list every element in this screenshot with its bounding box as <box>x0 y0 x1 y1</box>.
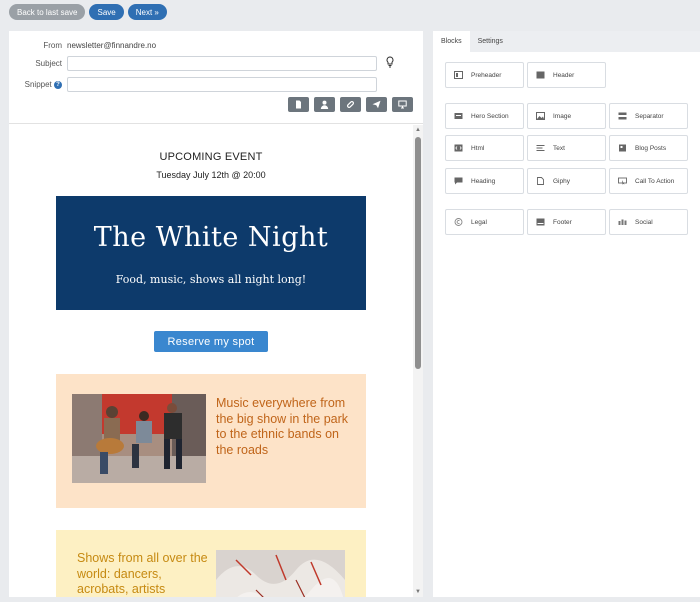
block-label: Call To Action <box>635 177 675 185</box>
scroll-up-icon[interactable]: ▲ <box>415 127 421 133</box>
block-label: Header <box>553 71 575 79</box>
panel-tabs: Blocks Settings <box>433 31 700 52</box>
lightbulb-icon[interactable] <box>385 56 395 68</box>
preheader-icon <box>454 71 463 79</box>
block-footer[interactable]: Footer <box>527 209 606 235</box>
block-blog-posts[interactable]: Blog Posts <box>609 135 688 161</box>
block-label: Social <box>635 218 653 226</box>
hero-subtitle: Food, music, shows all night long! <box>115 273 307 286</box>
user-icon[interactable] <box>314 97 335 112</box>
top-toolbar: Back to last save Save Next » <box>9 4 167 21</box>
attachment-icon[interactable] <box>340 97 361 112</box>
email-preview: UPCOMING EVENT Tuesday July 12th @ 20:00… <box>9 125 423 597</box>
event-heading: UPCOMING EVENT <box>159 151 263 163</box>
block-label: Blog Posts <box>635 144 667 152</box>
subject-input[interactable] <box>67 56 377 71</box>
header-icon <box>536 71 545 79</box>
shows-card-text: Shows from all over the world: dancers, … <box>77 551 208 596</box>
block-social[interactable]: Social <box>609 209 688 235</box>
block-label: Html <box>471 144 485 152</box>
tab-blocks[interactable]: Blocks <box>433 31 470 52</box>
snippet-input[interactable] <box>67 77 377 92</box>
musicians-photo <box>72 394 206 483</box>
block-label: Text <box>553 144 565 152</box>
block-hero-section[interactable]: Hero Section <box>445 103 524 129</box>
block-html[interactable]: Html <box>445 135 524 161</box>
hero-section[interactable]: The White Night Food, music, shows all n… <box>56 196 366 310</box>
snippet-label-text: Snippet <box>24 80 52 89</box>
block-image[interactable]: Image <box>527 103 606 129</box>
preview-scrollbar[interactable]: ▲ ▼ <box>413 125 423 597</box>
block-giphy[interactable]: Giphy <box>527 168 606 194</box>
shows-card[interactable]: Shows from all over the world: dancers, … <box>56 530 366 597</box>
block-label: Legal <box>471 218 487 226</box>
heading-icon <box>454 177 463 185</box>
block-label: Separator <box>635 112 664 120</box>
text-icon <box>536 145 545 151</box>
back-to-last-save-button[interactable]: Back to last save <box>9 4 86 20</box>
block-call-to-action[interactable]: Call To Action <box>609 168 688 194</box>
hero-icon <box>454 113 463 119</box>
from-label: From <box>43 41 62 50</box>
cta-icon <box>618 177 627 185</box>
save-button[interactable]: Save <box>89 4 124 20</box>
reserve-spot-button[interactable]: Reserve my spot <box>154 331 268 352</box>
preview-tools <box>288 97 413 112</box>
scroll-down-icon[interactable]: ▼ <box>415 589 421 595</box>
legal-icon <box>454 218 463 226</box>
from-value: newsletter@finnandre.no <box>67 41 157 50</box>
dancers-photo <box>216 550 345 597</box>
send-icon[interactable] <box>366 97 387 112</box>
desktop-icon[interactable] <box>392 97 413 112</box>
blog-icon <box>619 144 626 152</box>
block-heading[interactable]: Heading <box>445 168 524 194</box>
block-label: Heading <box>471 177 496 185</box>
block-label: Footer <box>553 218 572 226</box>
hero-title: The White Night <box>93 222 329 253</box>
block-text[interactable]: Text <box>527 135 606 161</box>
tab-settings[interactable]: Settings <box>470 31 511 52</box>
music-card-text: Music everywhere from the big show in th… <box>216 396 349 457</box>
block-preheader[interactable]: Preheader <box>445 62 524 88</box>
block-header[interactable]: Header <box>527 62 606 88</box>
block-label: Image <box>553 112 572 120</box>
event-date: Tuesday July 12th @ 20:00 <box>156 170 266 180</box>
block-label: Hero Section <box>471 112 509 120</box>
document-icon[interactable] <box>288 97 309 112</box>
giphy-icon <box>537 177 544 185</box>
html-icon <box>454 144 463 152</box>
blocks-panel: Blocks Settings Preheader Header Hero Se… <box>433 31 700 597</box>
social-icon <box>618 219 627 225</box>
image-icon <box>536 112 545 120</box>
block-legal[interactable]: Legal <box>445 209 524 235</box>
next-button[interactable]: Next » <box>127 4 167 20</box>
music-card[interactable]: Music everywhere from the big show in th… <box>56 374 366 508</box>
help-icon[interactable]: ? <box>54 80 62 89</box>
block-label: Preheader <box>471 71 502 79</box>
editor-panel: From newsletter@finnandre.no Subject Sni… <box>9 31 423 597</box>
email-meta-form: From newsletter@finnandre.no Subject Sni… <box>9 31 423 124</box>
block-label: Giphy <box>553 177 570 185</box>
snippet-label: Snippet ? <box>2 80 62 89</box>
block-separator[interactable]: Separator <box>609 103 688 129</box>
subject-label: Subject <box>35 59 62 68</box>
scrollbar-thumb[interactable] <box>415 137 421 369</box>
footer-icon <box>536 218 545 226</box>
separator-icon <box>618 112 627 120</box>
